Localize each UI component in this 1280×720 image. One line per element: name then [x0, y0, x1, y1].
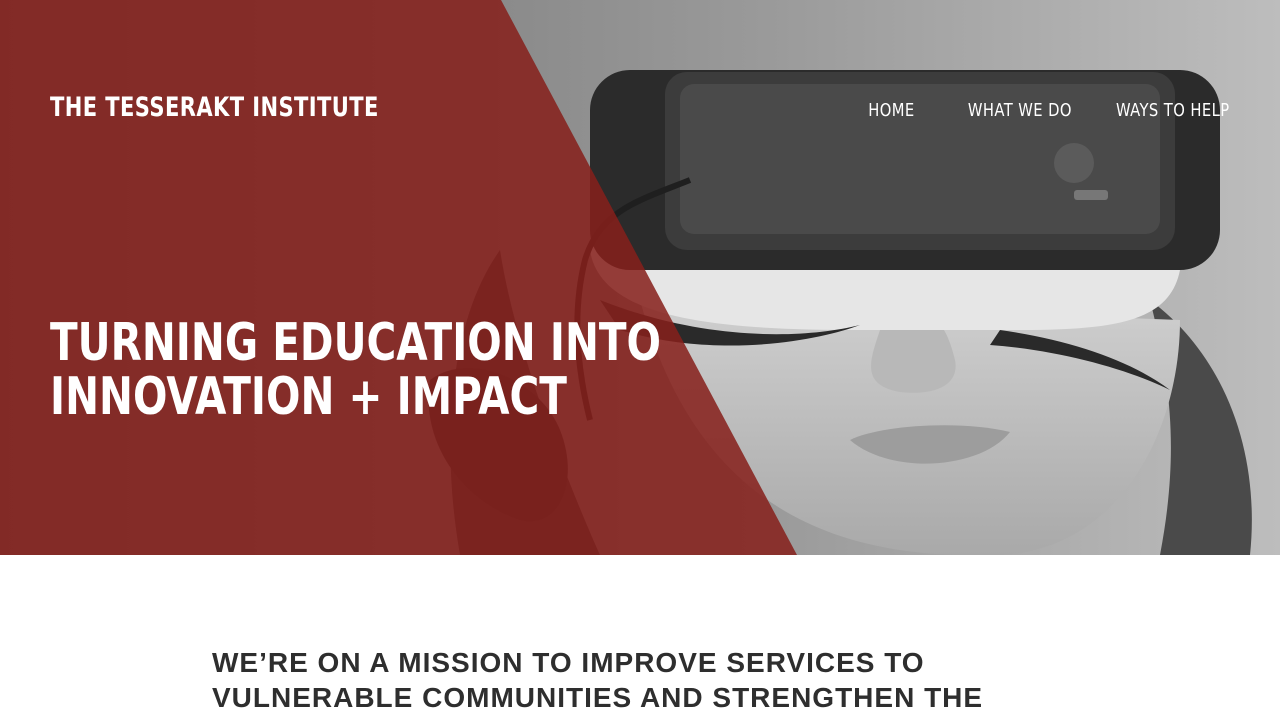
- red-diagonal-overlay: [0, 0, 797, 555]
- hero-headline: TURNING EDUCATION INTO INNOVATION + IMPA…: [50, 316, 661, 424]
- hero-headline-line-2: INNOVATION + IMPACT: [50, 367, 567, 427]
- mission-line-2: VULNERABLE COMMUNITIES AND STRENGTHEN TH…: [212, 682, 984, 713]
- nav-item-ways-to-help[interactable]: WAYS TO HELP: [1116, 100, 1230, 121]
- mission-line-1: WE’RE ON A MISSION TO IMPROVE SERVICES T…: [212, 647, 925, 678]
- site-logo[interactable]: THE TESSERAKT INSTITUTE: [50, 92, 379, 123]
- hero-section: THE TESSERAKT INSTITUTE HOME WHAT WE DO …: [0, 0, 1280, 555]
- nav-item-what-we-do[interactable]: WHAT WE DO: [967, 100, 1071, 121]
- hero-headline-line-1: TURNING EDUCATION INTO: [50, 313, 662, 373]
- mission-statement: WE’RE ON A MISSION TO IMPROVE SERVICES T…: [212, 645, 1112, 715]
- main-nav: HOME WHAT WE DO WAYS TO HELP: [858, 100, 1230, 121]
- nav-item-home[interactable]: HOME: [868, 100, 914, 121]
